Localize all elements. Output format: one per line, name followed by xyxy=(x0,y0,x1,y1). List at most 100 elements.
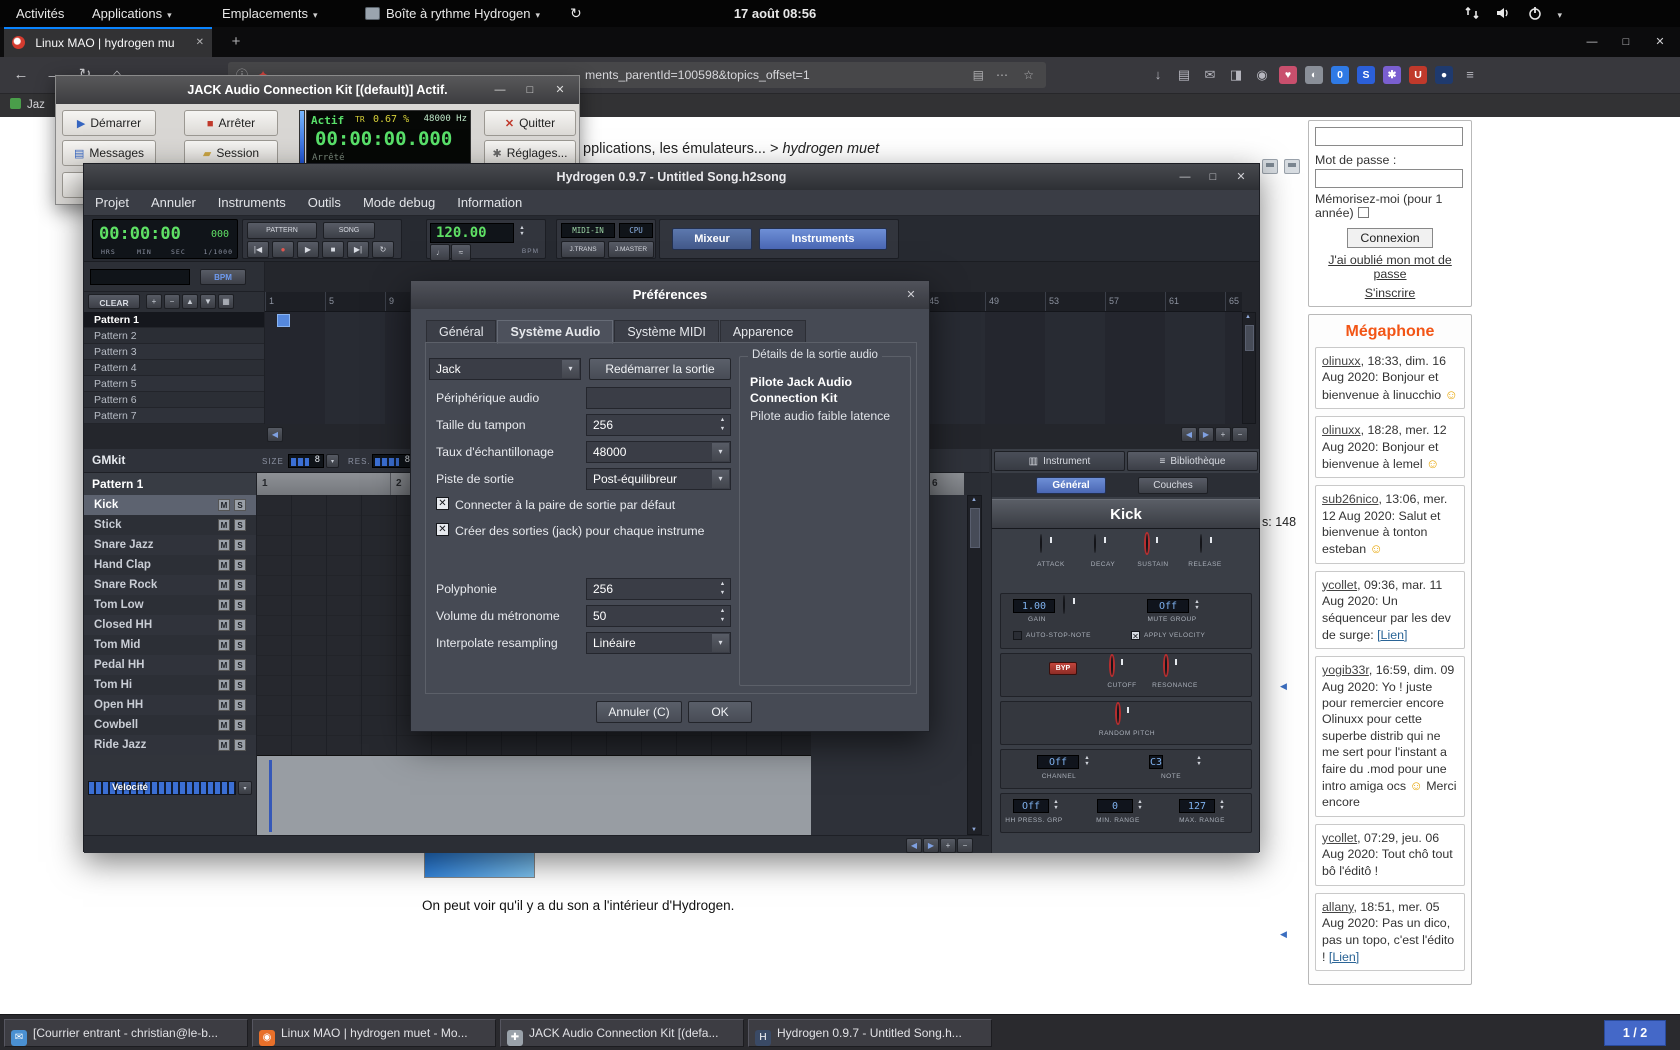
record-button[interactable]: ● xyxy=(272,241,294,258)
driver-combobox[interactable]: Jack ▾ xyxy=(429,358,581,380)
mute-button[interactable]: M xyxy=(218,539,230,551)
remember-checkbox[interactable] xyxy=(1357,207,1369,218)
instrument-name[interactable]: Snare Rock xyxy=(94,579,157,591)
size-dropdown[interactable]: ▾ xyxy=(326,454,339,468)
instrument-name[interactable]: Tom Mid xyxy=(94,639,140,651)
mute-button[interactable]: M xyxy=(218,659,230,671)
buffer-spinbox[interactable]: 256 ▲ ▼ xyxy=(586,414,731,436)
register-link[interactable]: S'inscrire xyxy=(1315,286,1465,300)
filter-bypass-button[interactable]: BYP xyxy=(1049,662,1077,675)
scroll-up-icon[interactable]: ▲ xyxy=(971,497,977,503)
url-text[interactable]: ments_parentId=100598&topics_offset=1 xyxy=(585,62,810,88)
library-icon[interactable]: ▤ xyxy=(1171,62,1197,88)
pattern-list-item[interactable]: Pattern 7 xyxy=(84,408,264,424)
velocity-pane[interactable] xyxy=(257,755,811,835)
bookmark-star-icon[interactable]: ☆ xyxy=(1023,62,1034,88)
forgot-password-link[interactable]: J'ai oublié mon mot de passe xyxy=(1315,253,1465,281)
mail-icon[interactable]: ✉ xyxy=(1197,62,1223,88)
workspace-pager[interactable]: 1 / 2 xyxy=(1604,1020,1666,1046)
page-actions-icon[interactable]: ⋯ xyxy=(996,62,1008,88)
remove-pattern-button[interactable]: − xyxy=(164,294,180,309)
mute-button[interactable]: M xyxy=(218,719,230,731)
bpm-timeline-button[interactable]: BPM xyxy=(200,269,246,285)
solo-button[interactable]: S xyxy=(234,499,246,511)
new-tab-button[interactable]: + xyxy=(222,27,250,57)
ok-button[interactable]: OK xyxy=(688,701,752,723)
stop-button[interactable]: ■ Arrêter xyxy=(184,110,278,136)
qjackctl-title-bar[interactable]: JACK Audio Connection Kit [(default)] Ac… xyxy=(56,76,579,104)
extension-icon[interactable]: U xyxy=(1409,66,1427,84)
extension-icon[interactable]: ● xyxy=(1435,66,1453,84)
reader-mode-icon[interactable]: ▤ xyxy=(973,62,984,88)
preferences-tab[interactable]: Apparence xyxy=(719,320,807,343)
instrument-name[interactable]: Cowbell xyxy=(94,719,138,731)
jack-transport-button[interactable]: J.TRANS xyxy=(561,241,605,258)
instrument-row[interactable]: Ride Jazz M S xyxy=(84,735,256,755)
login-button[interactable]: Connexion xyxy=(1347,228,1433,248)
instrument-row[interactable]: Tom Low M S xyxy=(84,595,256,615)
scroll-left-button[interactable]: ◀ xyxy=(906,838,922,853)
sidebar-icon[interactable]: ◨ xyxy=(1223,62,1249,88)
quit-button[interactable]: ✕ Quitter xyxy=(484,110,576,136)
instrument-row[interactable]: Kick M S xyxy=(84,495,256,515)
pattern-list-item[interactable]: Pattern 5 xyxy=(84,376,264,392)
solo-button[interactable]: S xyxy=(234,519,246,531)
instrument-name[interactable]: Tom Hi xyxy=(94,679,132,691)
mute-button[interactable]: M xyxy=(218,619,230,631)
menu-item[interactable]: Instruments xyxy=(207,190,297,216)
tab-library[interactable]: ≡ Bibliothèque xyxy=(1127,451,1258,471)
output-track-combobox[interactable]: Post-équilibreur ▾ xyxy=(586,468,731,490)
move-down-button[interactable]: ▼ xyxy=(200,294,216,309)
instrument-name[interactable]: Ride Jazz xyxy=(94,739,146,751)
window-maximize-button[interactable]: □ xyxy=(515,76,545,104)
app-menu[interactable]: Boîte à rythme Hydrogen ▾ xyxy=(355,0,550,27)
browser-tab[interactable]: Linux MAO | hydrogen mu ✕ xyxy=(4,27,212,57)
solo-button[interactable]: S xyxy=(234,539,246,551)
channel-stepper[interactable]: ▲ ▼ xyxy=(1082,755,1092,769)
zoom-out-button[interactable]: − xyxy=(1232,427,1248,442)
mute-group-stepper[interactable]: ▲ ▼ xyxy=(1192,599,1202,613)
window-close-button[interactable]: ✕ xyxy=(545,76,575,104)
solo-button[interactable]: S xyxy=(234,659,246,671)
polyphony-spinbox[interactable]: 256 ▲ ▼ xyxy=(586,578,731,600)
mute-button[interactable]: M xyxy=(218,559,230,571)
auto-stop-checkbox[interactable] xyxy=(1013,631,1022,640)
zoom-in-button[interactable]: + xyxy=(940,838,956,853)
taskbar-window-button[interactable]: ◉ Linux MAO | hydrogen muet - Mo... xyxy=(252,1019,496,1047)
shout-user-link[interactable]: olinuxx xyxy=(1322,423,1361,437)
sustain-knob[interactable] xyxy=(1146,534,1148,553)
instrument-row[interactable]: Open HH M S xyxy=(84,695,256,715)
select-mode-button[interactable]: ▦ xyxy=(218,294,234,309)
resonance-knob[interactable] xyxy=(1165,656,1167,675)
samplerate-combobox[interactable]: 48000 ▾ xyxy=(586,441,731,463)
pattern-list-item[interactable]: Pattern 4 xyxy=(84,360,264,376)
extension-icon[interactable]: ✱ xyxy=(1383,66,1401,84)
gain-knob[interactable] xyxy=(1063,595,1065,614)
system-tray[interactable]: ▾ xyxy=(1458,0,1562,27)
places-menu[interactable]: Emplacements ▾ xyxy=(212,0,328,27)
solo-button[interactable]: S xyxy=(234,699,246,711)
window-maximize-button[interactable]: □ xyxy=(1610,27,1642,57)
instrument-row[interactable]: Snare Rock M S xyxy=(84,575,256,595)
resample-combobox[interactable]: Linéaire ▾ xyxy=(586,632,731,654)
menu-icon[interactable]: ≡ xyxy=(1457,62,1483,88)
scroll-down-icon[interactable]: ▼ xyxy=(971,827,977,833)
song-grid-active-cell[interactable] xyxy=(277,314,290,327)
dialog-title-bar[interactable]: Préférences ✕ xyxy=(411,281,929,309)
stepper-icons[interactable]: ▲ ▼ xyxy=(716,607,729,625)
window-close-button[interactable]: ✕ xyxy=(1227,164,1255,190)
username-field[interactable] xyxy=(1315,127,1463,146)
menu-item[interactable]: Outils xyxy=(297,190,352,216)
tab-general[interactable]: Général xyxy=(1036,477,1106,494)
mute-button[interactable]: M xyxy=(218,739,230,751)
zoom-in-button[interactable]: + xyxy=(1215,427,1231,442)
window-close-button[interactable]: ✕ xyxy=(1644,27,1676,57)
forward-button[interactable]: ▶| xyxy=(347,241,369,258)
pattern-list-item[interactable]: Pattern 2 xyxy=(84,328,264,344)
scroll-left-button[interactable]: ◀ xyxy=(267,427,283,442)
cutoff-knob[interactable] xyxy=(1111,656,1113,675)
taskbar-window-button[interactable]: H Hydrogen 0.9.7 - Untitled Song.h... xyxy=(748,1019,992,1047)
extension-icon[interactable]: 0 xyxy=(1331,66,1349,84)
attack-knob[interactable] xyxy=(1040,534,1042,553)
taskbar-window-button[interactable]: ✉ [Courrier entrant - christian@le-b... xyxy=(4,1019,248,1047)
